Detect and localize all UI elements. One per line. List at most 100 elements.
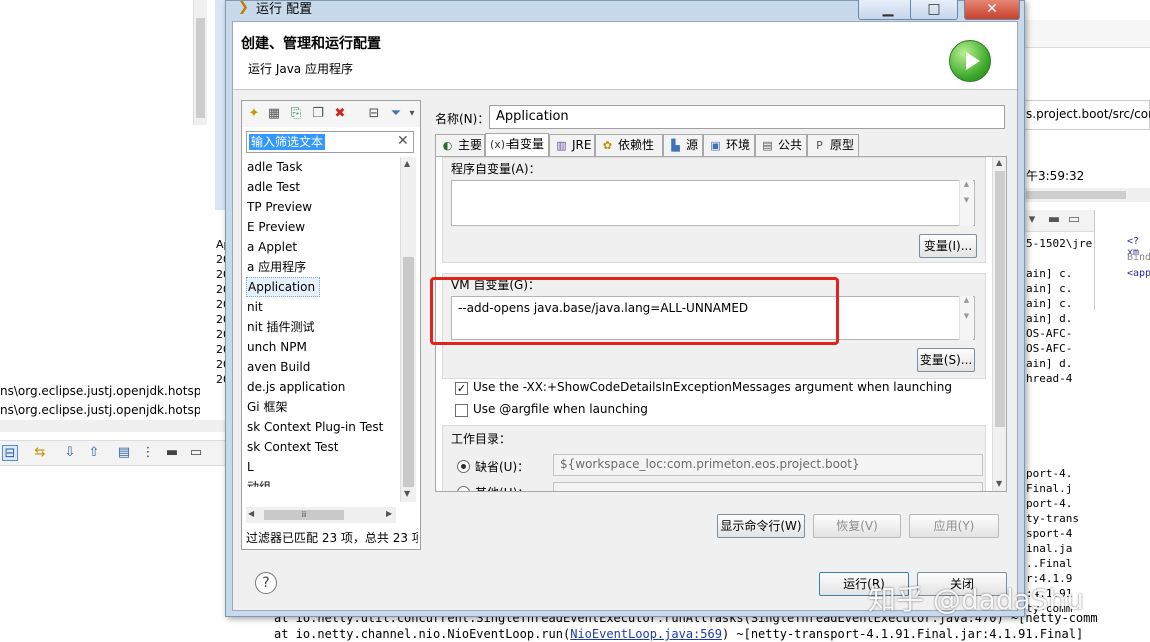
link-icon[interactable]: ⇆ (32, 445, 48, 461)
collapse-icon[interactable]: ▾ (1024, 212, 1040, 228)
tree-vscroll[interactable]: ▲ ▼ (400, 157, 416, 502)
clear-icon[interactable]: ✕ (397, 133, 409, 149)
dialog-header: 创建、管理和运行配置 运行 Java 应用程序 (233, 22, 1017, 90)
hierarchy-icon[interactable]: ⊟ (2, 445, 18, 461)
left-pane-path: ns\org.eclipse.justj.openjdk.hotsp (0, 384, 200, 398)
tree-item[interactable]: TP Preview (246, 197, 312, 217)
filter-menu-icon[interactable]: ▾ (404, 106, 420, 122)
tree-item[interactable]: nit (246, 297, 263, 317)
export-icon[interactable]: ⇧ (86, 445, 102, 461)
new-prototype-icon[interactable]: ▦ (266, 106, 282, 122)
show-command-line-button[interactable]: 显示命令行(W) (717, 514, 805, 538)
stack-trace-line: at io.netty.channel.nio.NioEventLoop.run… (274, 627, 1084, 641)
other-directory-input[interactable] (553, 482, 983, 491)
stack-trace-link[interactable]: NioEventLoop.java:569 (570, 627, 722, 641)
left-pane-vscroll[interactable] (193, 0, 207, 125)
vm-arguments-highlight (430, 277, 839, 345)
right-console-line: OS-AFC- (1026, 342, 1073, 355)
right-console-line: inal.ja (1026, 542, 1073, 555)
tree-item[interactable]: a Applet (246, 237, 297, 257)
tab-source[interactable]: ▙ 源 (663, 134, 703, 156)
more-icon[interactable]: ⋮ (140, 445, 156, 461)
export-config-icon[interactable]: ⎘ (288, 106, 304, 122)
collapse-all-icon[interactable]: ⊟ (366, 106, 382, 122)
name-label: 名称(N)： (435, 112, 490, 126)
tree-item[interactable]: Application (246, 277, 321, 297)
minimize-icon[interactable]: ▬ (164, 445, 180, 461)
tree-item[interactable]: sk Context Test (246, 437, 338, 457)
tree-item[interactable]: nit 插件测试 (246, 317, 314, 337)
program-arguments-input[interactable] (451, 180, 975, 226)
dialog-title: 运行 配置 (256, 2, 313, 17)
maximize-icon[interactable]: ▭ (1066, 212, 1082, 228)
minimize-icon[interactable]: ▬ (1046, 212, 1062, 228)
other-directory-label: 其他(H)： (475, 484, 529, 491)
tree-item[interactable]: adle Test (246, 177, 300, 197)
right-pane-topbar (1018, 20, 1150, 48)
program-arguments-scroll[interactable]: ▲ ▼ (959, 180, 973, 226)
revert-button[interactable]: 恢复(V) (813, 514, 901, 538)
filter-input[interactable]: 输入筛选文本 ✕ (246, 131, 414, 153)
filter-placeholder: 输入筛选文本 (249, 134, 326, 150)
tab-body-vscroll[interactable]: ▲ ▼ (992, 157, 1006, 491)
tree-toolbar: ✦ ▦ ⎘ ❐ ✖ ⊟ ⏷ ▾ (242, 101, 420, 127)
program-arguments-group: 程序自变量(A)： ▲ ▼ 变量(I)... (442, 157, 986, 263)
name-input[interactable]: Application (489, 105, 1005, 129)
vm-arguments-scroll[interactable]: ▲ ▼ (959, 296, 973, 340)
delete-icon[interactable]: ✖ (332, 106, 348, 122)
program-arguments-label: 程序自变量(A)： (451, 162, 541, 176)
duplicate-icon[interactable]: ❐ (310, 106, 326, 122)
dialog-titlebar[interactable]: ❯ 运行 配置 ▁ □ ✕ (226, 0, 1024, 21)
argfile-checkbox[interactable] (455, 404, 468, 417)
tree-item[interactable]: E Preview (246, 217, 305, 237)
right-console-line: ain] c. (1026, 282, 1073, 295)
common-tab-icon: ▤ (762, 139, 773, 152)
argfile-label: Use @argfile when launching (473, 402, 648, 416)
filter-icon[interactable]: ⏷ (388, 106, 404, 122)
tree-item[interactable]: 动组 (246, 477, 271, 487)
configuration-tree: adle Task adle Test TP Preview E Preview a A… (242, 157, 404, 487)
tab-prototype[interactable]: P 原型 (807, 134, 859, 156)
new-config-icon[interactable]: ✦ (246, 106, 262, 122)
import-icon[interactable]: ⇩ (62, 445, 78, 461)
right-console-line: ain] c. (1026, 297, 1073, 310)
right-console-line: ain] c. (1026, 267, 1073, 280)
apply-button[interactable]: 应用(Y) (909, 514, 999, 538)
left-pane-toolbar: ⊟ ⇆ ⇩ ⇧ ▤ ⋮ ▬ ▭ (0, 440, 230, 466)
program-variables-button[interactable]: 变量(I)... (919, 234, 977, 258)
jre-tab-icon: ▥ (556, 139, 567, 152)
tree-hscroll[interactable]: ◀ ⅲ ▶ (246, 507, 396, 523)
maximize-icon[interactable]: ▭ (188, 445, 204, 461)
vm-variables-button[interactable]: 变量(S)... (917, 348, 975, 372)
right-outline-pane: <?xm Bind <app (1094, 210, 1150, 310)
tab-jre[interactable]: ▥ JRE (549, 134, 595, 156)
tree-item[interactable]: aven Build (246, 357, 310, 377)
header-subtitle: 运行 Java 应用程序 (248, 62, 353, 76)
show-code-details-checkbox[interactable]: ✓ (455, 382, 468, 395)
minimize-window-button[interactable]: ▁ (858, 0, 918, 20)
right-pane-hscroll[interactable] (1018, 188, 1150, 202)
tab-dependencies[interactable]: ✿ 依赖性 (595, 134, 663, 156)
tab-common[interactable]: ▤ 公共 (755, 134, 807, 156)
tab-main[interactable]: ◐ 主要 (435, 134, 485, 156)
left-pane-hscroll[interactable] (0, 420, 230, 432)
tree-item[interactable]: de.js application (246, 377, 345, 397)
run-icon (949, 40, 991, 82)
close-window-button[interactable]: ✕ (964, 0, 1020, 20)
configuration-tree-panel: ✦ ▦ ⎘ ❐ ✖ ⊟ ⏷ ▾ 输入筛选文本 ✕ adle Task adle T… (241, 100, 421, 550)
maximize-window-button[interactable]: □ (910, 0, 958, 20)
tab-arguments[interactable]: (x)=自变量 (485, 133, 549, 156)
other-directory-radio[interactable] (457, 486, 470, 491)
default-directory-label: 缺省(U)： (475, 460, 530, 474)
save-icon[interactable]: ▤ (116, 445, 132, 461)
default-directory-radio[interactable] (457, 460, 470, 473)
tree-item[interactable]: sk Context Plug-in Test (246, 417, 383, 437)
help-icon[interactable]: ? (255, 572, 277, 594)
tree-item[interactable]: unch NPM (246, 337, 307, 357)
tree-item[interactable]: adle Task (246, 157, 302, 177)
right-pane-time: 午3:59:32 (1026, 169, 1085, 183)
tree-item[interactable]: a 应用程序 (246, 257, 306, 277)
tree-item[interactable]: L (246, 457, 254, 477)
tab-environment[interactable]: ▣ 环境 (703, 134, 755, 156)
tree-item[interactable]: Gi 框架 (246, 397, 287, 417)
